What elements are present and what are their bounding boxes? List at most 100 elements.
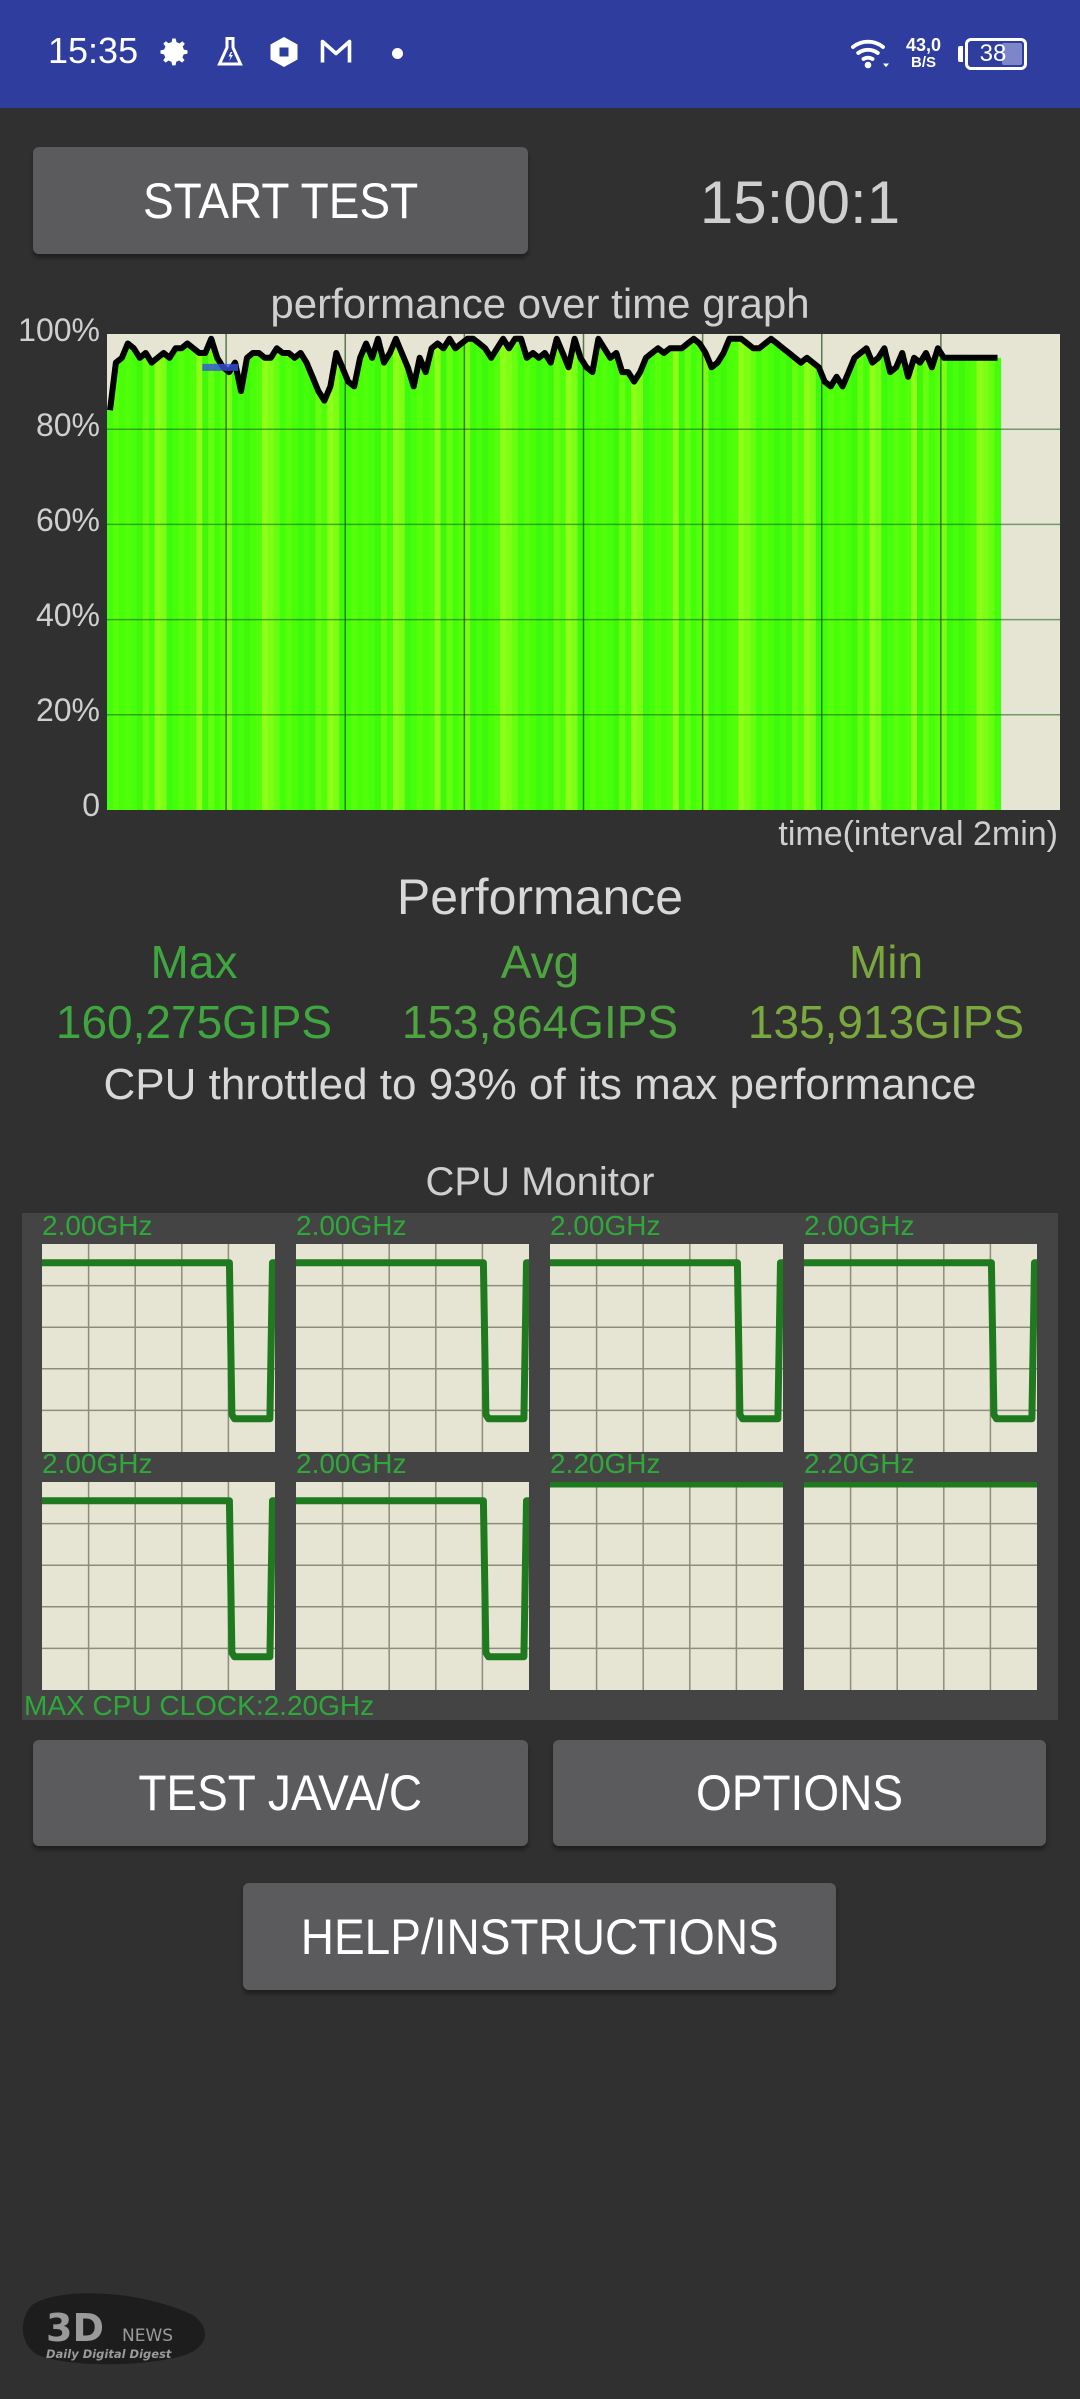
graph-fill-bar [476, 343, 483, 810]
graph-fill-bar [952, 357, 960, 810]
graph-fill-bar [273, 348, 281, 810]
graph-fill-bar [863, 348, 870, 810]
graph-fill-bar [923, 353, 930, 810]
start-test-label: START TEST [142, 172, 419, 229]
graph-fill-bar [512, 338, 519, 810]
stat-min-label: Min [848, 936, 924, 988]
battery-icon: 38 [965, 38, 1027, 70]
y-tick-20: 20% [35, 692, 100, 728]
graph-fill-bar [178, 348, 186, 810]
test-java-c-button[interactable]: TEST JAVA/C [33, 1740, 528, 1846]
3dnews-watermark-logo: 3D NEWS Daily Digital Digest [22, 2293, 205, 2365]
performance-graph [107, 334, 1060, 810]
network-speed-unit: B/S [911, 54, 937, 71]
graph-fill-bar [738, 338, 745, 810]
core-frequency-label: 2.00GHz [42, 1448, 153, 1479]
graph-fill-bar [333, 353, 340, 810]
graph-fill-bar [136, 357, 144, 810]
graph-fill-bar [660, 353, 668, 810]
graph-fill-bar [708, 367, 716, 810]
graph-fill-bar [946, 357, 954, 810]
graph-fill-bar [655, 348, 662, 810]
y-tick-0: 0 [82, 787, 100, 823]
graph-fill-bar [970, 357, 978, 810]
core-graph [296, 1244, 529, 1452]
start-test-button[interactable]: START TEST [33, 147, 528, 254]
graph-fill-bar [559, 353, 567, 810]
graph-fill-bar [154, 357, 162, 810]
graph-fill-bar [583, 367, 591, 810]
graph-fill-bar [678, 348, 686, 810]
graph-fill-bar [518, 338, 525, 810]
graph-fill-bar [994, 357, 1002, 810]
graph-fill-bar [506, 348, 513, 810]
graph-fill-bar [833, 376, 841, 810]
graph-fill-bar [940, 357, 948, 810]
help-instructions-button[interactable]: HELP/INSTRUCTIONS [243, 1883, 836, 1990]
graph-fill-bar [160, 353, 168, 810]
graph-fill-bar [780, 348, 787, 810]
graph-fill-bar [732, 338, 739, 810]
graph-fill-bar [196, 353, 203, 810]
graph-fill [107, 338, 1002, 810]
stat-max-value: 160,275GIPS [55, 996, 333, 1048]
graph-fill-bar [309, 376, 317, 810]
core-frequency-label: 2.00GHz [804, 1210, 915, 1241]
graph-fill-bar [190, 348, 197, 810]
graph-fill-bar [142, 353, 150, 810]
graph-fill-bar [649, 353, 656, 810]
graph-fill-bar [470, 338, 477, 810]
graph-fill-bar [107, 410, 114, 810]
graph-fill-bar [297, 353, 305, 810]
graph-fill-bar [428, 348, 436, 810]
graph-fill-bar [881, 348, 888, 810]
graph-fill-bar [214, 357, 221, 810]
graph-fill-bar [553, 338, 561, 810]
graph-fill-bar [792, 357, 799, 810]
graph-fill-bar [637, 372, 644, 810]
graph-fill-bar [607, 357, 614, 810]
core-frequency-label: 2.00GHz [296, 1448, 407, 1479]
graph-fill-bar [404, 367, 412, 810]
graph-fill-bar [392, 338, 400, 810]
y-tick-80: 80% [35, 407, 100, 443]
options-button[interactable]: OPTIONS [553, 1740, 1046, 1846]
graph-fill-bar [118, 357, 126, 810]
graph-fill-bar [625, 372, 632, 810]
core-graph-background [804, 1482, 1037, 1690]
graph-fill-bar [416, 357, 424, 810]
y-tick-100: 100% [18, 312, 100, 348]
graph-fill-bar [643, 357, 650, 810]
graph-fill-bar [899, 353, 906, 810]
network-speed-value: 43,0 [906, 35, 942, 55]
graph-fill-bar [446, 338, 454, 810]
graph-fill-bar [124, 343, 132, 810]
graph-fill-bar [386, 353, 394, 810]
graph-fill-bar [398, 353, 406, 810]
graph-fill-bar [887, 372, 894, 810]
core-graph [804, 1244, 1037, 1452]
graph-fill-bar [964, 357, 972, 810]
options-label: OPTIONS [695, 1765, 904, 1821]
graph-fill-bar [851, 357, 859, 810]
graph-fill-bar [571, 338, 579, 810]
cpu-monitor-title: CPU Monitor [425, 1160, 655, 1204]
graph-fill-bar [249, 353, 257, 810]
graph-fill-bar [839, 386, 847, 810]
graph-fill-bar [756, 348, 763, 810]
graph-fill-bar [905, 376, 912, 810]
graph-fill-bar [363, 343, 370, 810]
y-tick-40: 40% [35, 597, 100, 633]
graph-fill-bar [184, 343, 191, 810]
core-graph [550, 1244, 783, 1452]
graph-fill-bar [166, 357, 174, 810]
graph-fill-bar [422, 372, 430, 810]
core-frequency-label: 2.00GHz [296, 1210, 407, 1241]
graph-fill-bar [774, 343, 781, 810]
graph-fill-bar [875, 357, 882, 810]
graph-fill-bar [488, 357, 495, 810]
core-frequency-label: 2.00GHz [42, 1210, 153, 1241]
graph-fill-bar [202, 353, 209, 810]
graph-fill-bar [410, 386, 418, 810]
graph-fill-bar [285, 353, 293, 810]
